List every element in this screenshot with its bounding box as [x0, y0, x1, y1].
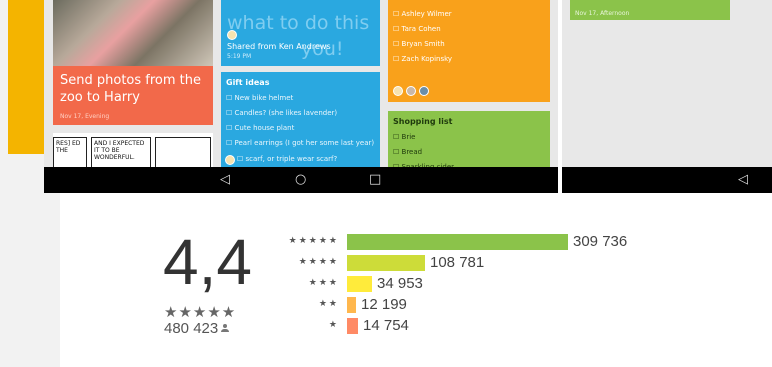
checklist-item: New bike helmet: [226, 94, 294, 102]
shared-from: Shared from Ken Andrews: [227, 42, 331, 51]
note-heading: Shopping list: [393, 117, 453, 126]
shared-time: 5:19 PM: [227, 53, 252, 60]
star-rating-icons: ★★★★★: [164, 303, 237, 321]
histogram-count: 14 754: [363, 317, 409, 334]
note-card-gift-ideas[interactable]: Gift ideas New bike helmet Candles? (she…: [221, 72, 380, 173]
histogram-star-label: ★★★★★: [288, 236, 339, 246]
histogram-row: ★★★ 34 953: [290, 275, 690, 294]
histogram-count: 309 736: [573, 233, 628, 250]
home-icon[interactable]: ○: [295, 172, 306, 187]
checklist-item: Candles? (she likes lavender): [226, 109, 338, 117]
checklist-item: scarf, or triple wear scarf?: [237, 155, 338, 163]
avatar: [227, 30, 237, 40]
note-card-names[interactable]: Ashley Wilmer Tara Cohen Bryan Smith Zac…: [388, 0, 550, 102]
checklist-item: Bryan Smith: [393, 40, 445, 48]
histogram-bar: [347, 234, 568, 250]
avatar: [225, 155, 235, 165]
checklist-item: Cute house plant: [226, 124, 295, 132]
flamingo-photo: [53, 0, 213, 66]
back-icon[interactable]: ◁: [220, 172, 230, 187]
note-heading: Gift ideas: [226, 78, 270, 87]
histogram-star-label: ★★: [318, 299, 339, 309]
avatar: [406, 86, 416, 96]
checklist-item: Pearl earrings (I got her some last year…: [226, 139, 375, 147]
histogram-bar: [347, 255, 425, 271]
histogram-count: 108 781: [430, 254, 485, 271]
android-nav-bar: ◁: [562, 167, 772, 193]
histogram-row: ★★★★ 108 781: [290, 254, 690, 273]
histogram-row: ★★★★★ 309 736: [288, 233, 690, 252]
note-title: Send photos from the zoo to Harry: [60, 73, 201, 105]
histogram-star-label: ★: [328, 320, 339, 330]
note-card-shopping-list[interactable]: Shopping list Brie Bread Sparkling cider: [388, 111, 550, 173]
app-details-page: Send photos from the zoo to Harry Nov 17…: [0, 0, 772, 367]
histogram-bar: [347, 318, 358, 334]
accent-bar: [8, 0, 44, 154]
histogram-count: 12 199: [361, 296, 407, 313]
histogram-row: ★★ 12 199: [290, 296, 690, 315]
avatar: [419, 86, 429, 96]
total-ratings-count: 480 423: [164, 320, 219, 337]
checklist-item: Ashley Wilmer: [393, 10, 452, 18]
note-reminder: Nov 17, Evening: [60, 113, 110, 120]
note-big-text: what to do this: [227, 12, 370, 34]
recents-icon[interactable]: □: [369, 172, 381, 187]
note-card-green[interactable]: Nov 17, Afternoon: [570, 0, 730, 20]
android-nav-bar: ◁ ○ □: [44, 167, 558, 193]
person-icon: [221, 323, 230, 333]
histogram-row: ★ 14 754: [290, 317, 690, 336]
screenshot-1[interactable]: Send photos from the zoo to Harry Nov 17…: [44, 0, 558, 193]
histogram-bar: [347, 297, 356, 313]
note-reminder: Nov 17, Afternoon: [575, 10, 630, 17]
total-ratings: 480 423: [164, 320, 230, 337]
histogram-count: 34 953: [377, 275, 423, 292]
screenshot-2[interactable]: Nov 17, Afternoon ◁: [562, 0, 772, 193]
note-card-shared[interactable]: what to do this you! Shared from Ken And…: [221, 0, 380, 66]
checklist-item: Tara Cohen: [393, 25, 441, 33]
average-rating: 4,4: [163, 226, 252, 298]
note-card-photo[interactable]: Send photos from the zoo to Harry Nov 17…: [53, 0, 213, 125]
histogram-bar: [347, 276, 372, 292]
checklist-item: Bread: [393, 148, 423, 156]
checklist-item: Brie: [393, 133, 416, 141]
checklist-item: Zach Kopinsky: [393, 55, 453, 63]
back-icon[interactable]: ◁: [738, 172, 748, 187]
avatar: [393, 86, 403, 96]
histogram-star-label: ★★★★: [298, 257, 339, 267]
histogram-star-label: ★★★: [308, 278, 339, 288]
